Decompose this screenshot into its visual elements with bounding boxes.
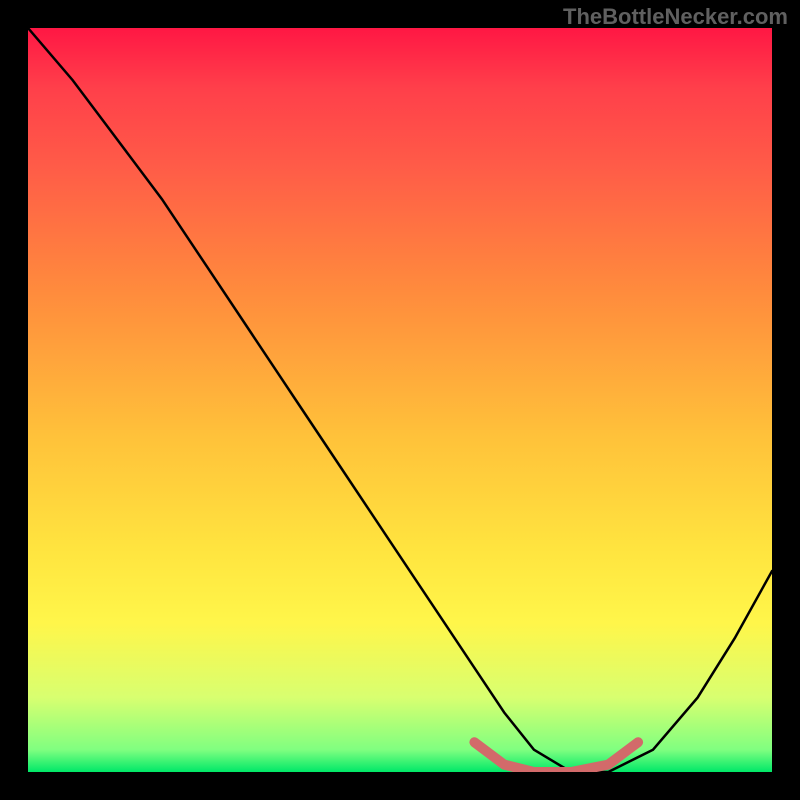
chart-svg <box>28 28 772 772</box>
bottleneck-curve-path <box>28 28 772 772</box>
watermark-text: TheBottleNecker.com <box>563 4 788 30</box>
optimal-zone-path <box>474 742 638 772</box>
chart-plot-area <box>28 28 772 772</box>
